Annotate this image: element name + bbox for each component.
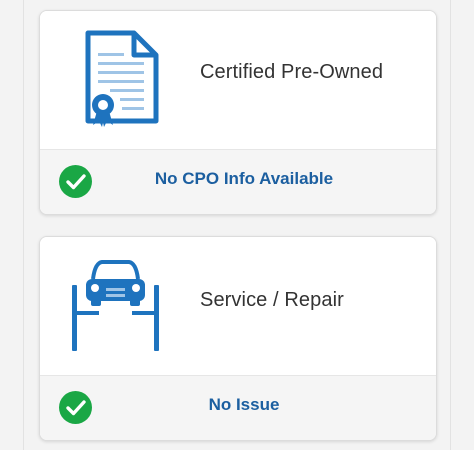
cpo-card: Certified Pre-Owned No CPO Info Availabl… xyxy=(39,10,437,215)
service-card-title: Service / Repair xyxy=(200,289,344,311)
cpo-card-header: Certified Pre-Owned xyxy=(40,11,436,149)
cpo-status-link[interactable]: No CPO Info Available xyxy=(80,169,396,189)
service-card-header: Service / Repair xyxy=(40,237,436,375)
cpo-card-title: Certified Pre-Owned xyxy=(200,61,384,83)
service-status-link[interactable]: No Issue xyxy=(40,395,436,415)
right-divider xyxy=(450,0,451,450)
cpo-status-row: No CPO Info Available xyxy=(40,149,436,214)
service-card: Service / Repair No Issue xyxy=(39,236,437,441)
service-status-row: No Issue xyxy=(40,375,436,440)
left-divider xyxy=(23,0,24,450)
car-lift-icon xyxy=(72,260,159,351)
certificate-icon xyxy=(85,30,159,127)
